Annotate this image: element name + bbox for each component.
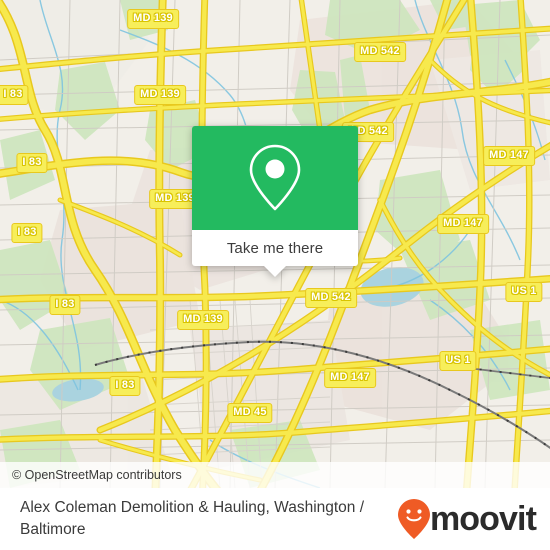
callout-icon-area [192,126,358,230]
road-shield: MD 147 [483,146,535,166]
callout-tail [264,266,286,277]
road-shield: I 83 [11,223,43,243]
map-viewport[interactable]: MD 139 MD 542 I 83 MD 139 MD 147 I 83 MD… [0,0,550,488]
moovit-logo[interactable]: moovit [397,498,537,540]
map-attribution-bar: © OpenStreetMap contributors [0,462,550,488]
road-shield: I 83 [49,295,81,315]
road-shield: MD 139 [127,9,179,29]
road-shield: MD 542 [354,42,406,62]
road-shield: US 1 [505,282,543,302]
moovit-pin-smiley-icon [397,498,431,540]
take-me-there-label: Take me there [226,239,324,257]
callout-action-area[interactable]: Take me there [192,230,358,277]
footer-bar: Alex Coleman Demolition & Hauling, Washi… [0,488,550,550]
osm-attribution-text[interactable]: © OpenStreetMap contributors [12,468,182,482]
road-shield: MD 45 [227,403,273,423]
road-shield: I 83 [109,376,141,396]
road-shield: MD 139 [177,310,229,330]
road-shield: I 83 [0,85,29,105]
moovit-map-screenshot: MD 139 MD 542 I 83 MD 139 MD 147 I 83 MD… [0,0,550,550]
road-shield: MD 542 [305,288,357,308]
road-shield: MD 147 [324,368,376,388]
map-pin-icon [248,143,302,213]
road-shield: MD 147 [437,214,489,234]
place-title: Alex Coleman Demolition & Hauling, Washi… [20,499,365,538]
moovit-wordmark: moovit [429,500,537,538]
road-shield: MD 139 [134,85,186,105]
location-callout-card[interactable]: Take me there [192,126,358,277]
road-shield: I 83 [16,153,48,173]
road-shield: US 1 [439,351,477,371]
